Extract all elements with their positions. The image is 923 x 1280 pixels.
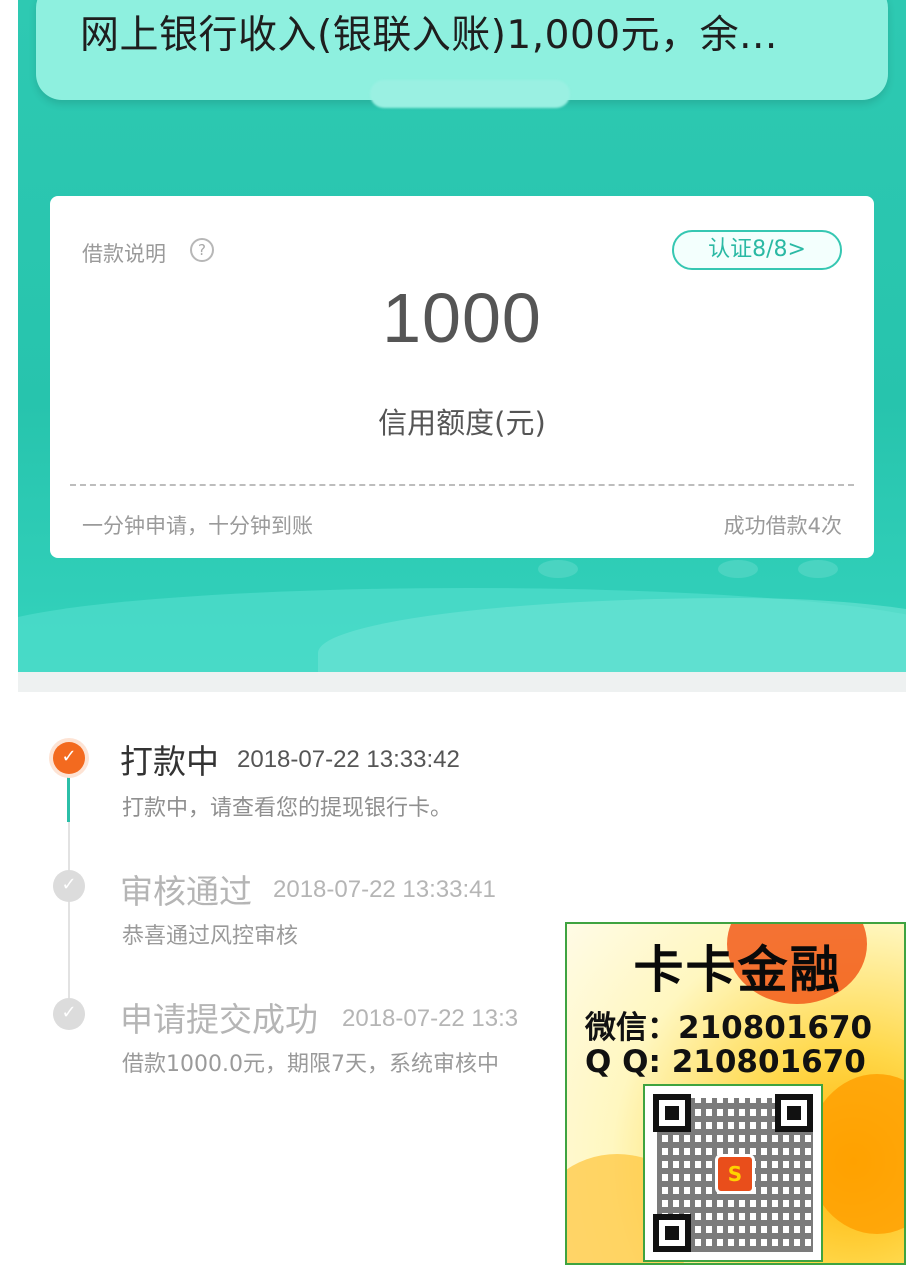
qr-logo-icon: S — [715, 1154, 755, 1194]
verification-button[interactable]: 认证8/8> — [672, 230, 842, 270]
step-description: 借款1000.0元，期限7天，系统审核中 — [122, 1052, 499, 1077]
step-description: 打款中，请查看您的提现银行卡。 — [122, 796, 453, 821]
background-tree-decoration — [538, 560, 578, 578]
notification-text: 网上银行收入(银联入账)1,000元，余... — [80, 13, 778, 58]
timeline-active-line — [67, 774, 70, 822]
background-hut-decoration — [718, 560, 758, 578]
check-icon: ✓ — [53, 870, 85, 902]
check-icon: ✓ — [53, 998, 85, 1030]
loan-count-text: 成功借款4次 — [723, 514, 842, 538]
credit-amount-label: 信用额度(元) — [378, 406, 546, 440]
step-time: 2018-07-22 13:3 — [342, 1005, 519, 1032]
qr-finder — [653, 1214, 691, 1252]
timeline-line — [68, 822, 70, 1012]
step-title: 打款中 — [120, 742, 219, 781]
ad-qq: Q Q: 210801670 — [585, 1044, 866, 1080]
notification-handle — [370, 80, 570, 108]
qr-code[interactable]: S — [643, 1084, 823, 1262]
qr-finder — [653, 1094, 691, 1132]
credit-amount: 1000 — [382, 279, 542, 357]
apply-speed-text: 一分钟申请，十分钟到账 — [82, 514, 313, 538]
dashed-divider — [70, 484, 854, 486]
section-divider — [18, 672, 906, 692]
promo-ad-overlay[interactable]: 卡卡金融 微信：210801670 Q Q: 210801670 S — [565, 922, 906, 1265]
ad-wechat: 微信：210801670 — [585, 1010, 873, 1046]
ad-title: 卡卡金融 — [633, 941, 842, 999]
step-time: 2018-07-22 13:33:41 — [273, 876, 496, 903]
step-time: 2018-07-22 13:33:42 — [237, 746, 460, 773]
background-tree-decoration — [798, 560, 838, 578]
loan-info-label[interactable]: 借款说明 — [82, 238, 166, 268]
qr-finder — [775, 1094, 813, 1132]
credit-limit-card: 借款说明 ? 认证8/8> 1000 信用额度(元) 一分钟申请，十分钟到账 成… — [50, 196, 874, 558]
check-icon: ✓ — [53, 742, 85, 774]
loan-status-screen: 网上银行收入(银联入账)1,000元，余... 借款说明 ? 认证8/8> 10… — [0, 0, 923, 1280]
header-banner: 网上银行收入(银联入账)1,000元，余... 借款说明 ? 认证8/8> 10… — [18, 0, 906, 672]
step-title: 申请提交成功 — [120, 1000, 318, 1039]
question-icon[interactable]: ? — [190, 238, 214, 262]
step-title: 审核通过 — [120, 872, 252, 911]
step-description: 恭喜通过风控审核 — [122, 924, 299, 949]
